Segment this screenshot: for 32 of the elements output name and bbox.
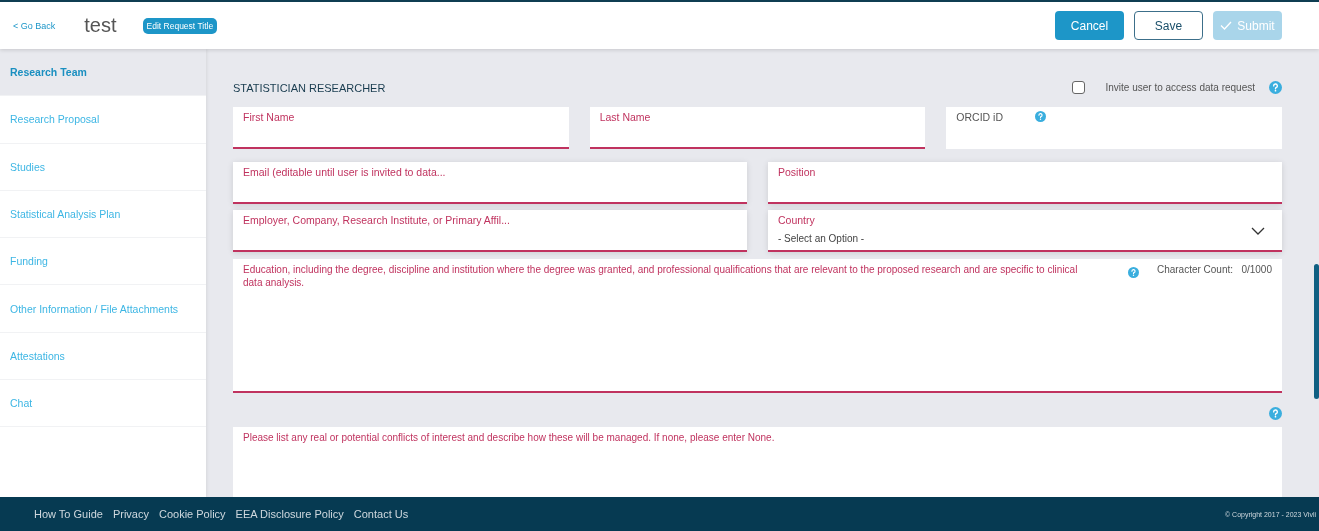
field-label: Email (editable until user is invited to data... [243,166,446,178]
sidebar-item[interactable]: Research Team [0,49,206,97]
footer-link[interactable]: Contact Us [353,508,409,520]
request-title: test [84,14,117,37]
input-field[interactable]: Last Name [589,107,926,149]
footer-link[interactable]: Cookie Policy [158,508,226,520]
character-count: Character Count: 0/1000 [1156,264,1272,277]
select-value: - Select an Option - [778,233,865,244]
field-label: Last Name [599,111,651,123]
footer-link[interactable]: How To Guide [34,508,103,520]
conflicts-textarea[interactable]: Please list any real or potential conflicts of interest and describe how these will be managed. If none, please enter None. [233,427,1282,497]
country-select[interactable]: Country - Select an Option - [768,210,1282,252]
section-title: STATISTICIAN RESEARCHER [233,81,386,94]
input-field[interactable]: ORCID iD [946,107,1282,149]
cancel-button[interactable]: Cancel [1055,11,1124,40]
input-field[interactable]: Email (editable until user is invited to data... [233,162,747,204]
edit-title-button[interactable]: Edit Request Title [142,17,218,34]
go-back-link[interactable]: < Go Back [13,20,56,31]
input-field[interactable]: Employer, Company, Research Institute, or Primary Affil... [233,210,747,252]
invite-label: Invite user to access data request [1105,82,1255,93]
save-button[interactable]: Save [1134,11,1203,40]
field-label: First Name [243,111,295,123]
field-label: Please list any real or potential conflicts of interest and describe how these will be managed. If none, please enter None. [243,432,776,445]
field-label: Country [778,214,815,226]
field-label: Position [778,166,816,178]
input-field[interactable]: First Name [233,107,569,149]
field-label: ORCID iD [956,111,1003,123]
footer-link[interactable]: EEA Disclosure Policy [235,508,344,520]
field-label: Education, including the degree, discipline and institution where the degree was granted, and professional qualifications that are relevant to the proposed research and are specific to clinical data analysis. [243,264,1078,290]
input-field[interactable]: Position [768,162,1282,204]
footer-link[interactable]: Privacy [112,508,149,520]
field-label: Employer, Company, Research Institute, or Primary Affil... [243,214,510,226]
